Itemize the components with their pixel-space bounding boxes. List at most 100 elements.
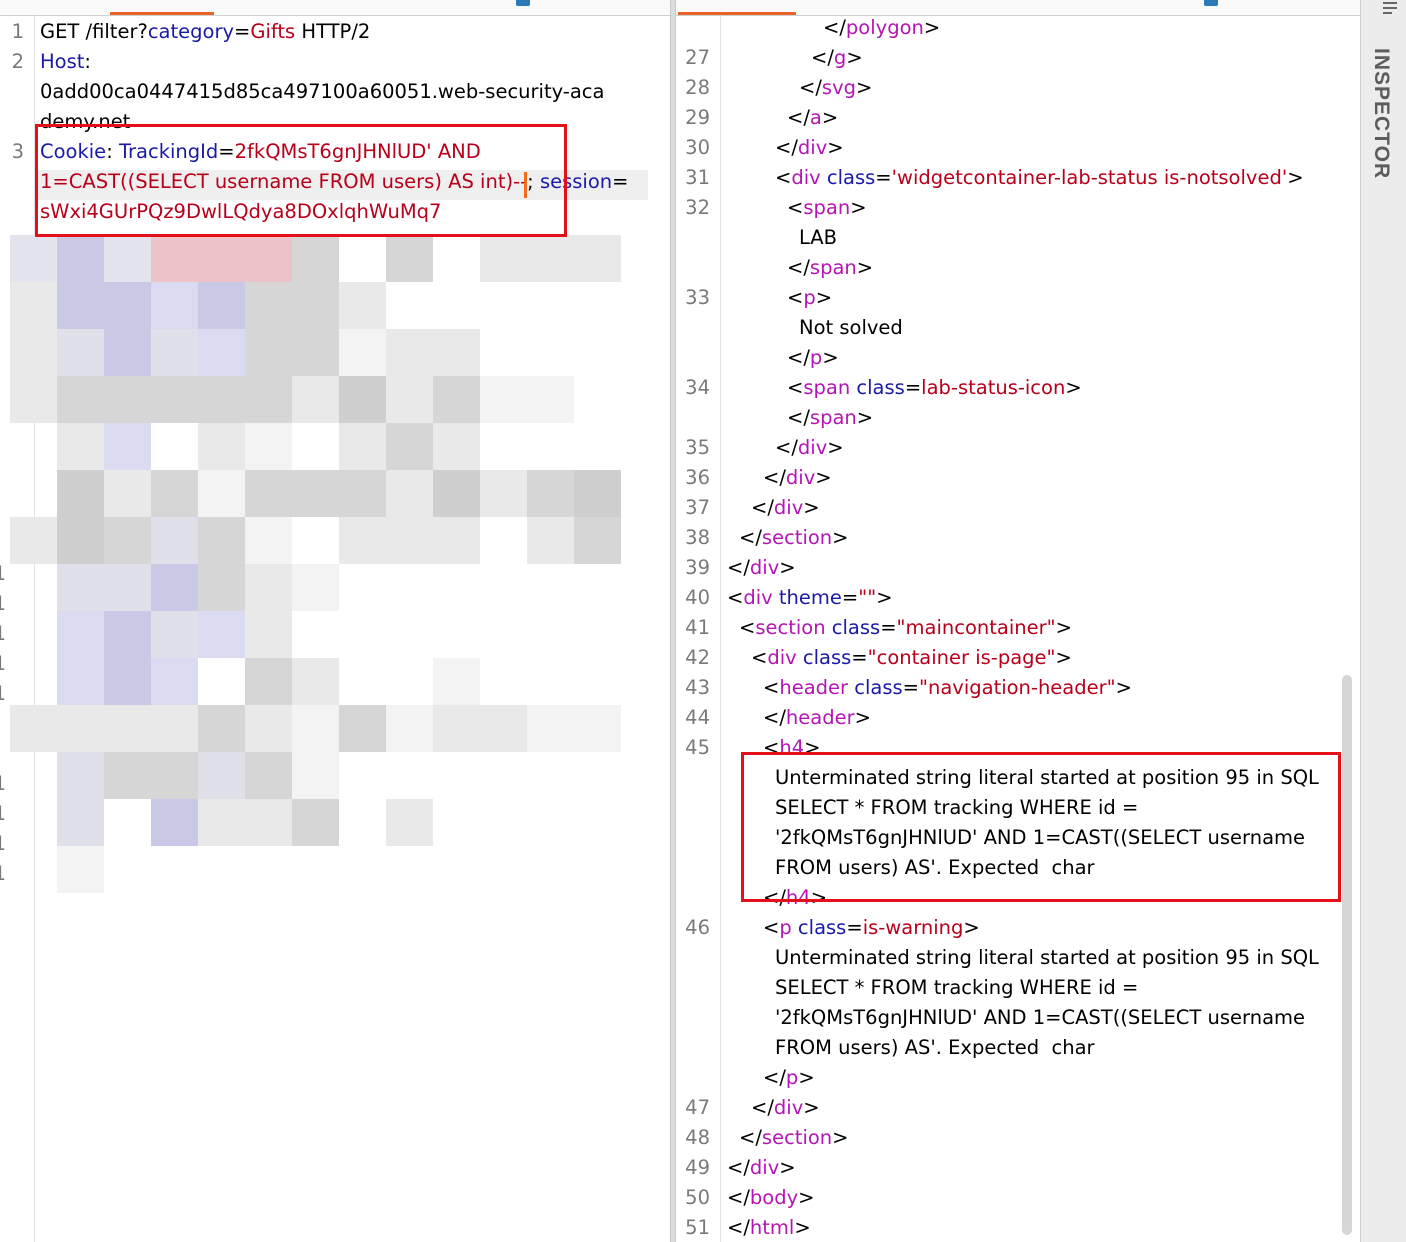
line-number: 1 xyxy=(0,832,6,855)
code-token: = xyxy=(904,376,922,399)
line-number: 29 xyxy=(685,106,710,129)
code-line[interactable]: </div> xyxy=(775,136,844,159)
code-line[interactable]: </span> xyxy=(787,406,873,429)
code-line[interactable]: <p class=is-warning> xyxy=(763,916,980,939)
line-number: 48 xyxy=(685,1126,710,1149)
code-line[interactable]: </div> xyxy=(727,1156,796,1179)
code-token: < xyxy=(739,616,756,639)
code-token: p xyxy=(785,1066,799,1089)
redaction-block xyxy=(480,376,527,423)
code-line[interactable]: </a> xyxy=(787,106,838,129)
code-token: > xyxy=(856,406,874,429)
line-number: 44 xyxy=(685,706,710,729)
code-line[interactable]: <span> xyxy=(787,196,867,219)
code-line[interactable]: <span class=lab-status-icon> xyxy=(787,376,1082,399)
code-line[interactable]: Host: xyxy=(40,50,91,73)
code-line[interactable]: </section> xyxy=(739,526,849,549)
redaction-block xyxy=(104,235,151,282)
code-token: > xyxy=(779,1156,796,1179)
code-token: "navigation-header" xyxy=(919,676,1116,699)
code-line[interactable]: </polygon> xyxy=(823,16,940,39)
code-token: div xyxy=(767,646,797,669)
code-line[interactable]: '2fkQMsT6gnJHNlUD' AND 1=CAST((SELECT us… xyxy=(775,1006,1305,1029)
code-line[interactable]: </g> xyxy=(811,46,863,69)
redaction-block xyxy=(104,564,151,611)
line-number: 1 xyxy=(11,20,24,43)
redaction-block xyxy=(292,799,339,846)
redaction-block xyxy=(57,470,104,517)
vertical-scrollbar[interactable] xyxy=(1342,675,1352,1235)
code-line[interactable]: </html> xyxy=(727,1216,811,1239)
code-token: </ xyxy=(811,46,834,69)
inspector-label[interactable]: INSPECTOR xyxy=(1369,48,1393,179)
redaction-block xyxy=(198,376,245,423)
redaction-block xyxy=(386,376,433,423)
line-number: 32 xyxy=(685,196,710,219)
inspector-panel[interactable]: INSPECTOR xyxy=(1360,0,1406,1242)
code-line[interactable]: FROM users) AS'. Expected char xyxy=(775,1036,1095,1059)
code-token: = xyxy=(612,170,629,193)
code-line[interactable]: </body> xyxy=(727,1186,815,1209)
code-token: section xyxy=(761,526,833,549)
panel-toggle-icon[interactable] xyxy=(1383,2,1397,16)
code-token: section xyxy=(755,616,826,639)
code-line[interactable]: </header> xyxy=(763,706,871,729)
code-line[interactable]: </svg> xyxy=(799,76,872,99)
code-line[interactable]: <section class="maincontainer"> xyxy=(739,616,1072,639)
redaction-block xyxy=(386,470,433,517)
line-number: 1 xyxy=(0,862,6,885)
redaction-block xyxy=(104,376,151,423)
code-token: div xyxy=(749,556,780,579)
code-line[interactable]: <div class="container is-page"> xyxy=(751,646,1072,669)
code-token: = xyxy=(841,586,859,609)
redaction-block xyxy=(198,329,245,376)
tab-marker-icon[interactable] xyxy=(516,0,530,6)
code-token: > xyxy=(822,346,839,369)
code-line[interactable]: </div> xyxy=(751,496,820,519)
redaction-block xyxy=(57,235,104,282)
code-token: > xyxy=(876,586,893,609)
code-line[interactable]: </div> xyxy=(751,1096,820,1119)
code-line[interactable]: </section> xyxy=(739,1126,849,1149)
code-line[interactable]: </div> xyxy=(763,466,832,489)
code-token: > xyxy=(815,466,832,489)
line-number: 1 xyxy=(0,682,6,705)
redaction-block xyxy=(57,282,104,329)
code-token: > xyxy=(1055,646,1072,669)
code-token: a xyxy=(809,106,822,129)
line-number: 1 xyxy=(0,592,6,615)
code-line[interactable]: SELECT * FROM tracking WHERE id = xyxy=(775,976,1138,999)
code-token: > xyxy=(803,1096,820,1119)
code-token: > xyxy=(821,106,839,129)
code-token: span xyxy=(809,406,857,429)
code-token: < xyxy=(751,646,768,669)
code-token: div xyxy=(773,496,804,519)
redaction-block xyxy=(245,282,292,329)
code-token: = xyxy=(846,916,863,939)
code-line[interactable]: <header class="navigation-header"> xyxy=(763,676,1132,699)
code-line[interactable]: GET /filter?category=Gifts HTTP/2 xyxy=(40,20,370,43)
code-line[interactable]: </div> xyxy=(727,556,796,579)
response-viewer[interactable]: </polygon> 27 </g> 28 </svg> 29 </a> 30 </div> 31… xyxy=(676,0,1360,1242)
code-line[interactable]: </p> xyxy=(787,346,839,369)
redaction-block xyxy=(480,470,527,517)
redaction-block xyxy=(10,517,57,564)
line-number: 3 xyxy=(11,140,24,163)
code-line[interactable]: Unterminated string literal started at p… xyxy=(775,946,1319,969)
code-line[interactable]: Not solved xyxy=(799,316,903,339)
code-line[interactable]: </p> xyxy=(763,1066,815,1089)
code-line[interactable]: </div> xyxy=(775,436,844,459)
code-token: </ xyxy=(751,496,774,519)
code-line[interactable]: <p> xyxy=(787,286,832,309)
code-line[interactable]: LAB xyxy=(799,226,837,249)
redaction-block xyxy=(198,470,245,517)
code-line[interactable]: <div theme=""> xyxy=(727,586,893,609)
code-token: </ xyxy=(823,16,846,39)
code-line[interactable]: <div class='widgetcontainer-lab-status i… xyxy=(775,166,1304,189)
code-line[interactable]: 0add00ca0447415d85ca497100a60051.web-sec… xyxy=(40,80,604,103)
tab-marker-icon[interactable] xyxy=(1204,0,1218,6)
code-token: : xyxy=(84,50,91,73)
code-token: > xyxy=(850,196,867,219)
code-line[interactable]: </span> xyxy=(787,256,873,279)
request-editor[interactable]: 1 GET /filter?category=Gifts HTTP/2 2 Host:… xyxy=(0,0,670,1242)
